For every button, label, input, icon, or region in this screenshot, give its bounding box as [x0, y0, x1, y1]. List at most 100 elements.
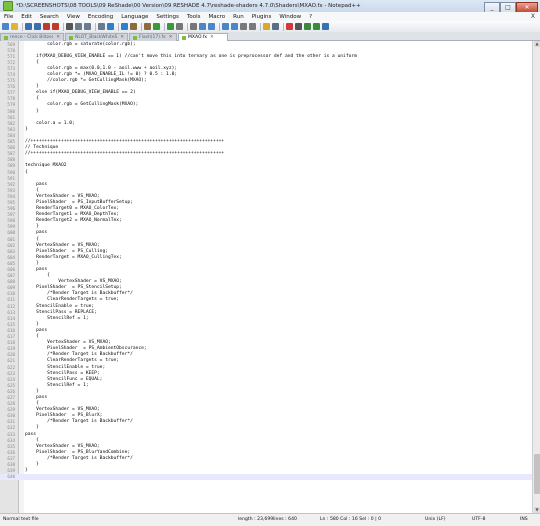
menu-plugins[interactable]: Plugins — [248, 14, 276, 20]
line-text: PixelShader = PS_Culling; — [25, 248, 108, 254]
save-macro-icon[interactable] — [322, 23, 329, 30]
window-title: *D:\SCREENSHOTS\08 TOOLS\09 ReShade\00 V… — [16, 3, 361, 9]
line-number: 579 — [7, 102, 15, 108]
line-number: 574 — [7, 72, 15, 78]
status-length: length : 23,699 — [238, 517, 274, 522]
tab-label: Flash(17).fx — [139, 35, 166, 40]
copy-icon[interactable] — [84, 23, 91, 30]
toolbar-separator — [118, 22, 119, 31]
line-number: 599 — [7, 224, 15, 230]
line-text: { — [25, 437, 39, 443]
line-number: 590 — [7, 169, 15, 175]
line-text: VertexShader = VS_MXAO; — [25, 443, 100, 449]
line-text: } — [25, 260, 39, 266]
scroll-up-arrow-icon[interactable]: ▲ — [534, 41, 540, 47]
menu-language[interactable]: Language — [117, 14, 152, 20]
tab-close-icon[interactable]: ✕ — [56, 34, 60, 41]
tab-1[interactable]: rence - Click Blitzen, Off (x)✕ — [0, 33, 64, 41]
menu-settings[interactable]: Settings — [152, 14, 183, 20]
print-icon[interactable] — [66, 23, 73, 30]
play-multi-icon[interactable] — [313, 23, 320, 30]
line-text: { — [25, 187, 39, 193]
menu-edit[interactable]: Edit — [17, 14, 36, 20]
cut-icon[interactable] — [75, 23, 82, 30]
tab-close-icon[interactable]: ✕ — [210, 34, 214, 41]
line-text: color.rgb *= (MXAO_ENABLE_IL != 0) ? 0.5… — [25, 72, 178, 78]
line-text: technique MXAO2 — [25, 163, 67, 169]
line-text: // Technique — [25, 145, 59, 151]
tab-label: rence - Click Blitzen, Off (x) — [10, 35, 53, 40]
line-number: 571 — [7, 53, 15, 59]
play-icon[interactable] — [304, 23, 311, 30]
minimize-button[interactable]: _ — [484, 1, 500, 13]
toolbar-separator — [260, 22, 261, 31]
menu-bar: File Edit Search View Encoding Language Settin… — [0, 12, 540, 21]
wrap-icon[interactable] — [199, 23, 206, 30]
doc-map-icon[interactable] — [240, 23, 247, 30]
scrollbar-thumb[interactable] — [534, 454, 540, 494]
close-all-icon[interactable] — [52, 23, 59, 30]
menu-help[interactable]: ? — [305, 14, 316, 20]
line-number: 620 — [7, 352, 15, 358]
line-number: 586 — [7, 145, 15, 151]
line-text: /*Render Target is Backbuffer*/ — [25, 291, 133, 297]
line-text: } — [25, 224, 39, 230]
sync-h-icon[interactable] — [190, 23, 197, 30]
close-document-button[interactable]: X — [531, 13, 540, 20]
line-number: 592 — [7, 181, 15, 187]
line-text: color.rgb = max(0.0,1.0 - aoil.www + aoi… — [25, 65, 178, 71]
save-all-icon[interactable] — [34, 23, 41, 30]
toolbar-separator — [283, 22, 284, 31]
line-text: VertexShader = VS_MXAO; — [25, 407, 100, 413]
menu-macro[interactable]: Macro — [204, 14, 229, 20]
menu-window[interactable]: Window — [275, 14, 305, 20]
file-icon — [4, 35, 8, 40]
zoom-in-icon[interactable] — [153, 23, 160, 30]
vertical-scrollbar[interactable]: ▲ ▼ — [532, 41, 540, 513]
record-icon[interactable] — [286, 23, 293, 30]
line-number: 635 — [7, 443, 15, 449]
redo-icon[interactable] — [121, 23, 128, 30]
toolbar-separator — [95, 22, 96, 31]
close-button[interactable]: ✕ — [516, 1, 538, 13]
stop-icon[interactable] — [295, 23, 302, 30]
line-number: 595 — [7, 199, 15, 205]
tab-4[interactable]: MXAO.fx ✕ — [178, 33, 228, 41]
menu-encoding[interactable]: Encoding — [84, 14, 117, 20]
paste-icon[interactable] — [98, 23, 105, 30]
line-text: PixelShader = PS_AmbientObscurance; — [25, 346, 147, 352]
maximize-button[interactable]: □ — [500, 1, 516, 13]
new-icon[interactable] — [2, 23, 9, 30]
save-icon[interactable] — [25, 23, 32, 30]
close-icon[interactable] — [43, 23, 50, 30]
menu-search[interactable]: Search — [36, 14, 63, 20]
line-number: 613 — [7, 309, 15, 315]
indent-guide-icon[interactable] — [222, 23, 229, 30]
all-chars-icon[interactable] — [208, 23, 215, 30]
lang-icon[interactable] — [231, 23, 238, 30]
line-text: { — [25, 236, 39, 242]
tab-2[interactable]: NLOT_BlackWhiteShade.fx✕ — [65, 33, 128, 41]
monitor-icon[interactable] — [272, 23, 279, 30]
menu-tools[interactable]: Tools — [183, 14, 205, 20]
line-text: /*Render Target is Backbuffer*/ — [25, 455, 133, 461]
line-number: 602 — [7, 242, 15, 248]
tab-3[interactable]: Flash(17).fx ✕ — [129, 33, 177, 41]
folder-icon[interactable] — [263, 23, 270, 30]
menu-run[interactable]: Run — [229, 14, 248, 20]
menu-view[interactable]: View — [63, 14, 84, 20]
undo-icon[interactable] — [107, 23, 114, 30]
find-icon[interactable] — [130, 23, 137, 30]
func-list-icon[interactable] — [249, 23, 256, 30]
zoom-out-icon[interactable] — [167, 23, 174, 30]
tab-close-icon[interactable]: ✕ — [120, 34, 124, 41]
editor[interactable]: 569 color.rgb = saturate(color.rgb); 570 5… — [0, 41, 532, 513]
sync-v-icon[interactable] — [176, 23, 183, 30]
replace-icon[interactable] — [144, 23, 151, 30]
open-icon[interactable] — [11, 23, 18, 30]
tab-close-icon[interactable]: ✕ — [169, 34, 173, 41]
line-number: 569 — [7, 41, 15, 47]
menu-file[interactable]: File — [0, 14, 17, 20]
line-number: 583 — [7, 126, 15, 132]
toolbar-separator — [22, 22, 23, 31]
